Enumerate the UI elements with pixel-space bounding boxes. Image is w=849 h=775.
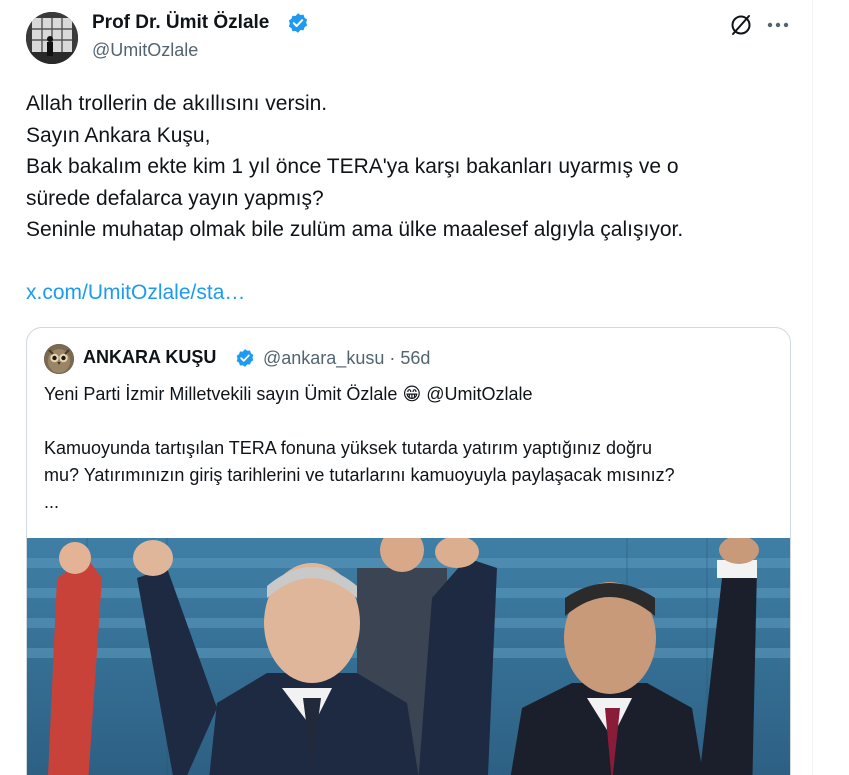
author-name[interactable]: Prof Dr. Ümit Özlale (92, 12, 269, 34)
tweet-line: Sayın Ankara Kuşu, (26, 123, 211, 147)
quoted-handle-time[interactable]: @ankara_kusu · 56d (263, 348, 430, 369)
verified-badge-icon (236, 349, 254, 367)
quoted-line: Yeni Parti İzmir Milletvekili sayın Ümit… (44, 381, 784, 408)
tweet-link[interactable]: x.com/UmitOzlale/sta… (26, 277, 806, 309)
quoted-media-photo[interactable] (27, 538, 790, 775)
tweet-line: Bak bakalım ekte kim 1 yıl önce TERA'ya … (26, 155, 679, 178)
quoted-author-name[interactable]: ANKARA KUŞU (83, 347, 216, 368)
quoted-mention-link[interactable]: @UmitOzlale (421, 384, 532, 404)
quoted-line-text: Yeni Parti İzmir Milletvekili sayın Ümit… (44, 384, 403, 404)
quoted-line: Kamuoyunda tartışılan TERA fonuna yüksek… (44, 438, 653, 458)
more-icon[interactable] (764, 12, 792, 38)
author-handle[interactable]: @UmitOzlale (92, 40, 198, 61)
owl-avatar-image (44, 344, 74, 374)
quoted-line: ... (44, 492, 60, 512)
grok-icon[interactable] (728, 12, 754, 38)
quoted-author-avatar[interactable] (44, 344, 74, 374)
author-avatar[interactable] (26, 12, 78, 64)
quoted-line: mu? Yatırımınızın giriş tarihlerini ve t… (44, 465, 675, 485)
tweet-line: Seninle muhatap olmak bile zulüm ama ülk… (26, 218, 684, 241)
quoted-tweet-card[interactable]: ANKARA KUŞU @ankara_kusu · 56d Yeni Part… (26, 327, 791, 775)
avatar-image (26, 12, 78, 64)
tweet-line: sürede defalarca yayın yapmış? (26, 186, 324, 210)
verified-badge-icon (288, 13, 308, 33)
photo-image (27, 538, 790, 775)
quoted-tweet-text: Yeni Parti İzmir Milletvekili sayın Ümit… (44, 381, 784, 516)
tweet-text: Allah trollerin de akıllısını versin. Sa… (26, 88, 806, 309)
grin-emoji: 😁 (402, 384, 422, 404)
column-divider (812, 0, 813, 775)
tweet-line: Allah trollerin de akıllısını versin. (26, 92, 328, 115)
